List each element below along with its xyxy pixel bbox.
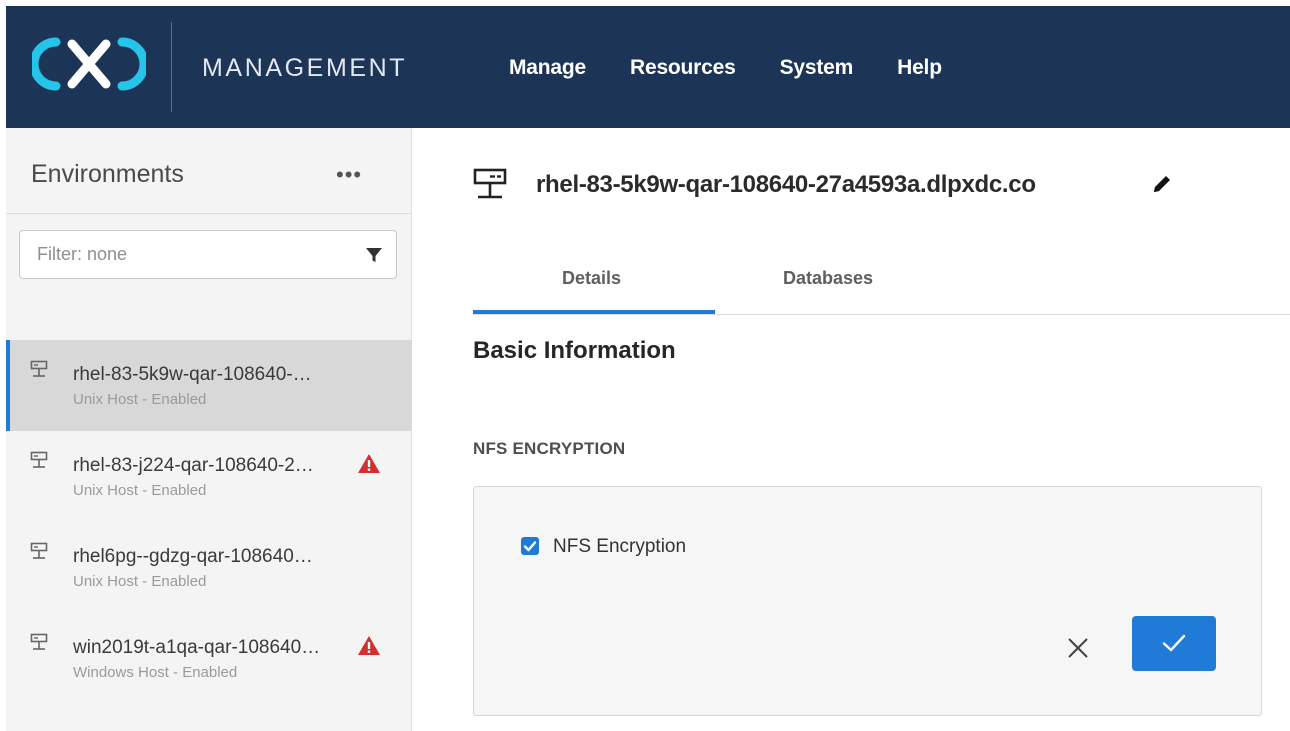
sidebar-header: Environments •••	[6, 128, 412, 214]
environment-list: rhel-83-5k9w-qar-108640-… Unix Host - En…	[6, 340, 412, 704]
environments-sidebar: Environments ••• rhel-83-5k9w-qar-108640…	[6, 128, 412, 731]
main-nav: Manage Resources System Help	[509, 56, 986, 80]
filter-field	[19, 230, 397, 279]
tab-details[interactable]: Details	[562, 268, 621, 289]
page-title: rhel-83-5k9w-qar-108640-27a4593a.dlpxdc.…	[536, 171, 1036, 198]
check-icon	[523, 541, 537, 552]
nav-help[interactable]: Help	[897, 56, 942, 80]
host-icon	[30, 633, 48, 650]
environment-item[interactable]: win2019t-a1qa-qar-108640… Windows Host -…	[6, 613, 412, 704]
filter-input[interactable]	[20, 231, 350, 278]
nav-system[interactable]: System	[780, 56, 854, 80]
logo[interactable]	[32, 36, 146, 92]
nav-resources[interactable]: Resources	[630, 56, 736, 80]
environment-name: win2019t-a1qa-qar-108640…	[73, 637, 321, 658]
host-icon	[30, 542, 48, 559]
environment-status: Unix Host - Enabled	[73, 482, 207, 499]
environment-item[interactable]: rhel-83-5k9w-qar-108640-… Unix Host - En…	[6, 340, 412, 431]
host-icon	[473, 168, 507, 199]
confirm-button[interactable]	[1132, 616, 1216, 671]
pencil-icon[interactable]	[1150, 172, 1174, 196]
check-icon	[1162, 634, 1186, 652]
warning-icon	[358, 454, 380, 473]
environment-name: rhel-83-j224-qar-108640-2…	[73, 455, 314, 476]
environment-status: Windows Host - Enabled	[73, 664, 238, 681]
tab-databases[interactable]: Databases	[783, 268, 873, 289]
active-tab-indicator	[473, 310, 715, 314]
more-options-button[interactable]: •••	[336, 162, 362, 188]
tab-bar: Details Databases	[473, 254, 1290, 315]
nfs-encryption-panel: NFS Encryption	[473, 486, 1262, 716]
host-icon	[30, 451, 48, 468]
nfs-encryption-heading: NFS ENCRYPTION	[473, 439, 626, 458]
nfs-encryption-checkbox-label[interactable]: NFS Encryption	[553, 536, 686, 558]
logo-divider	[171, 22, 172, 112]
main-content: rhel-83-5k9w-qar-108640-27a4593a.dlpxdc.…	[412, 128, 1290, 731]
environment-status: Unix Host - Enabled	[73, 391, 207, 408]
warning-icon	[358, 636, 380, 655]
brand-title: MANAGEMENT	[202, 54, 408, 82]
environment-name: rhel6pg--gdzg-qar-108640…	[73, 546, 313, 567]
nav-manage[interactable]: Manage	[509, 56, 586, 80]
environment-item[interactable]: rhel6pg--gdzg-qar-108640… Unix Host - En…	[6, 522, 412, 613]
nfs-encryption-checkbox[interactable]	[521, 537, 539, 555]
section-title: Basic Information	[473, 337, 676, 364]
filter-icon[interactable]	[364, 245, 384, 265]
environment-status: Unix Host - Enabled	[73, 573, 207, 590]
cancel-button[interactable]	[1063, 633, 1093, 663]
environment-item[interactable]: rhel-83-j224-qar-108640-2… Unix Host - E…	[6, 431, 412, 522]
host-icon	[30, 360, 48, 377]
sidebar-title: Environments	[31, 160, 184, 188]
environment-name: rhel-83-5k9w-qar-108640-…	[73, 364, 312, 385]
top-bar: MANAGEMENT Manage Resources System Help	[6, 6, 1290, 128]
